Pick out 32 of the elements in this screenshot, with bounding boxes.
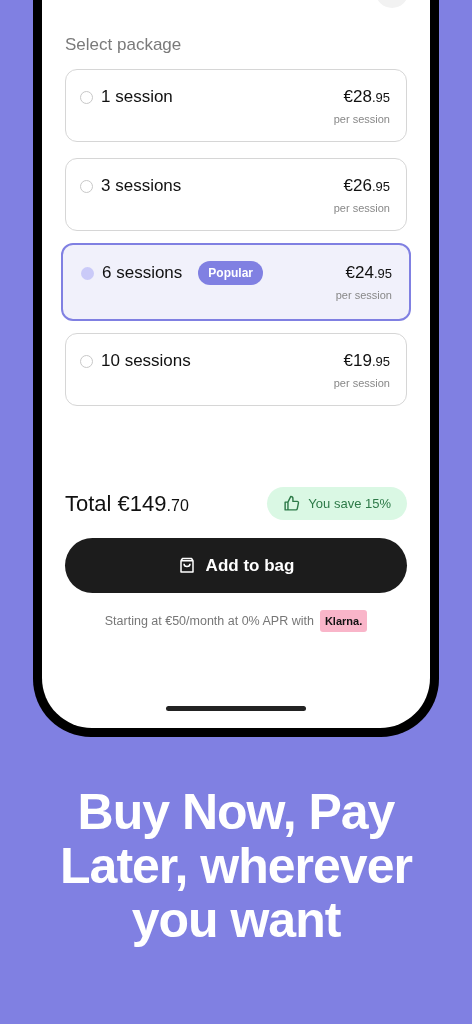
package-price: €28.95: [343, 86, 390, 108]
package-option[interactable]: 3 sessions €26.95 per session: [65, 158, 407, 231]
add-to-bag-button[interactable]: Add to bag: [65, 538, 407, 593]
headline: Later, wherever: [60, 839, 412, 893]
radio-button[interactable]: [80, 354, 93, 368]
package-label: 10 sessions: [101, 351, 191, 371]
price-unit: per session: [333, 377, 390, 389]
package-price: €24.95: [345, 262, 392, 284]
price-unit: per session: [333, 113, 390, 125]
savings-badge: You save 15%: [267, 487, 407, 520]
package-price: €26.95: [343, 175, 390, 197]
section-title: Select package: [65, 35, 183, 56]
thumbs-up-icon: [283, 495, 301, 512]
bag-icon: [177, 556, 196, 575]
headline: you want: [131, 893, 341, 947]
package-label: 6 sessions: [102, 263, 183, 283]
package-option[interactable]: 1 session €28.95 per session: [65, 69, 407, 142]
radio-button[interactable]: [80, 90, 93, 104]
package-option[interactable]: 6 sessions Popular €24.95 per session: [61, 243, 411, 321]
package-label: 1 session: [101, 87, 173, 107]
package-label: 3 sessions: [101, 176, 182, 196]
price-unit: per session: [333, 202, 390, 214]
price-unit: per session: [335, 289, 392, 301]
klarna-logo: Klarna.: [319, 610, 368, 632]
radio-button[interactable]: [81, 266, 94, 280]
financing-text: Starting at €50/month at 0% APR with: [104, 614, 314, 628]
package-option[interactable]: 10 sessions €19.95 per session: [65, 333, 407, 406]
total-price: Total €149.70: [65, 490, 189, 517]
headline: Buy Now, Pay: [77, 785, 395, 839]
package-price: €19.95: [343, 350, 390, 372]
radio-button[interactable]: [80, 179, 93, 193]
popular-badge: Popular: [198, 261, 263, 285]
